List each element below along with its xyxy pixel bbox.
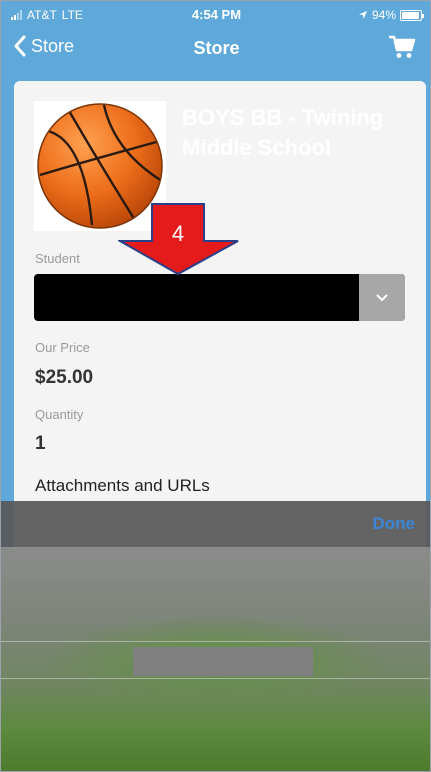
student-label: Student xyxy=(35,251,80,266)
attachments-heading: Attachments and URLs xyxy=(35,476,210,495)
back-button-label: Store xyxy=(31,35,75,56)
annotation-step-number: 4 xyxy=(171,221,185,246)
cart-button[interactable] xyxy=(388,33,416,66)
chevron-left-icon xyxy=(14,35,26,57)
cart-icon xyxy=(389,35,416,58)
nav-bar: Store Store xyxy=(1,29,430,69)
picker-option-selected[interactable] xyxy=(133,647,313,676)
quantity-label: Quantity xyxy=(35,407,84,422)
battery-percent: 94% xyxy=(371,8,396,22)
product-title: BOYS BB - Twining Middle School xyxy=(182,105,384,160)
done-button[interactable]: Done xyxy=(373,514,416,534)
picker-wheel[interactable] xyxy=(1,547,430,771)
picker-selection-line-bottom xyxy=(1,678,430,679)
status-right: 94% xyxy=(358,8,424,22)
quantity-value: 1 xyxy=(35,433,46,454)
price-label: Our Price xyxy=(35,340,90,355)
picker-selection-line-top xyxy=(1,641,430,642)
status-bar: AT&T LTE 4:54 PM 94% xyxy=(1,1,430,29)
location-arrow-icon xyxy=(358,11,367,19)
back-button[interactable]: Store xyxy=(13,35,74,57)
student-select[interactable] xyxy=(34,274,405,321)
app-screen: AT&T LTE 4:54 PM 94% Store Store BOYS BB… xyxy=(0,0,431,772)
select-dropdown-button[interactable] xyxy=(359,274,405,321)
chevron-down-icon xyxy=(376,293,388,301)
battery-icon xyxy=(400,9,424,21)
picker-toolbar: Done xyxy=(1,501,430,547)
price-value: $25.00 xyxy=(35,367,94,388)
